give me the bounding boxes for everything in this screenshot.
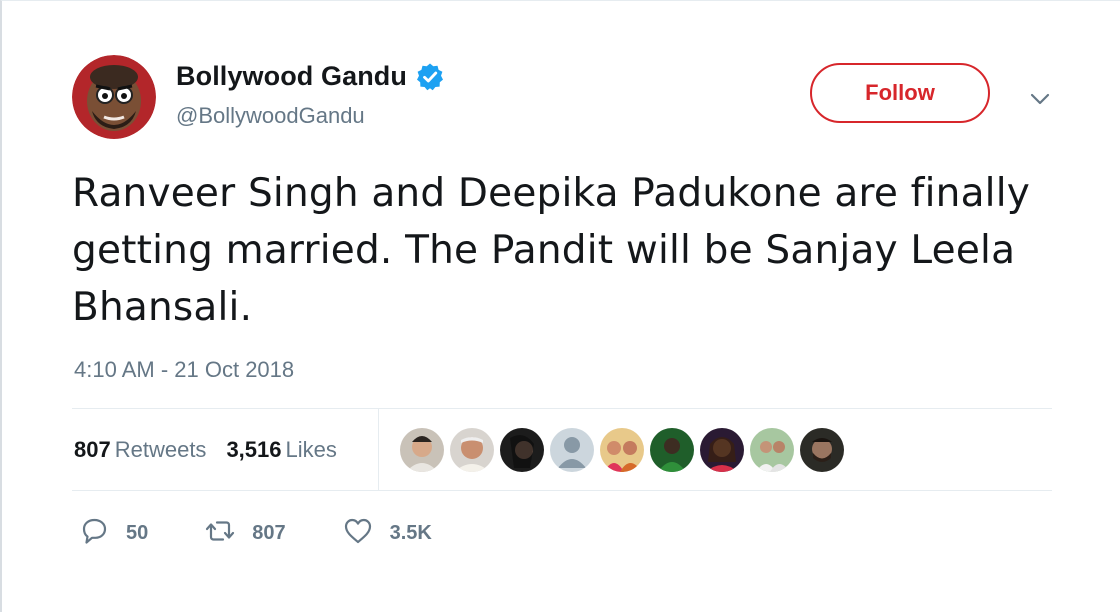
liker-avatar[interactable]	[400, 428, 444, 472]
likes-stat[interactable]: 3,516 Likes	[226, 437, 336, 463]
user-handle[interactable]: @BollywoodGandu	[176, 103, 365, 129]
stats-separator	[378, 409, 379, 490]
reply-icon	[78, 515, 110, 552]
likes-stat-count: 3,516	[226, 436, 282, 462]
liker-avatar[interactable]	[750, 428, 794, 472]
liker-avatar[interactable]	[600, 428, 644, 472]
avatar[interactable]	[72, 55, 156, 139]
verified-badge-icon	[415, 62, 445, 92]
liker-avatar[interactable]	[450, 428, 494, 472]
liker-avatars	[400, 428, 850, 472]
reply-button[interactable]: 50	[78, 515, 148, 552]
liker-avatar[interactable]	[700, 428, 744, 472]
liker-avatar[interactable]	[800, 428, 844, 472]
like-button[interactable]: 3.5K	[342, 515, 432, 552]
divider	[72, 490, 1052, 491]
retweet-button[interactable]: 807	[204, 515, 286, 552]
display-name[interactable]: Bollywood Gandu	[176, 61, 407, 92]
like-count: 3.5K	[389, 521, 432, 544]
follow-button[interactable]: Follow	[810, 63, 990, 123]
tweet-card: Bollywood Gandu @BollywoodGandu Follow R…	[0, 0, 1120, 612]
retweets-stat-count: 807	[74, 436, 111, 462]
heart-icon	[342, 515, 374, 552]
retweets-stat-label: Retweets	[114, 436, 207, 462]
tweet-header: Bollywood Gandu @BollywoodGandu Follow	[72, 55, 1052, 139]
liker-avatar[interactable]	[500, 428, 544, 472]
name-row: Bollywood Gandu	[176, 61, 445, 92]
action-bar: 50 807 3.5K	[78, 513, 488, 553]
chevron-down-icon[interactable]	[1028, 87, 1052, 111]
liker-avatar[interactable]	[650, 428, 694, 472]
liker-avatar[interactable]	[550, 428, 594, 472]
likes-stat-label: Likes	[285, 436, 337, 462]
tweet-text: Ranveer Singh and Deepika Padukone are f…	[72, 171, 1031, 330]
retweets-stat[interactable]: 807 Retweets	[74, 437, 206, 463]
retweet-icon	[204, 515, 236, 552]
reply-count: 50	[126, 521, 149, 544]
tweet-timestamp[interactable]: 4:10 AM - 21 Oct 2018	[74, 357, 294, 383]
engagement-stats: 807 Retweets 3,516 Likes	[74, 409, 357, 490]
retweet-count: 807	[252, 521, 286, 544]
